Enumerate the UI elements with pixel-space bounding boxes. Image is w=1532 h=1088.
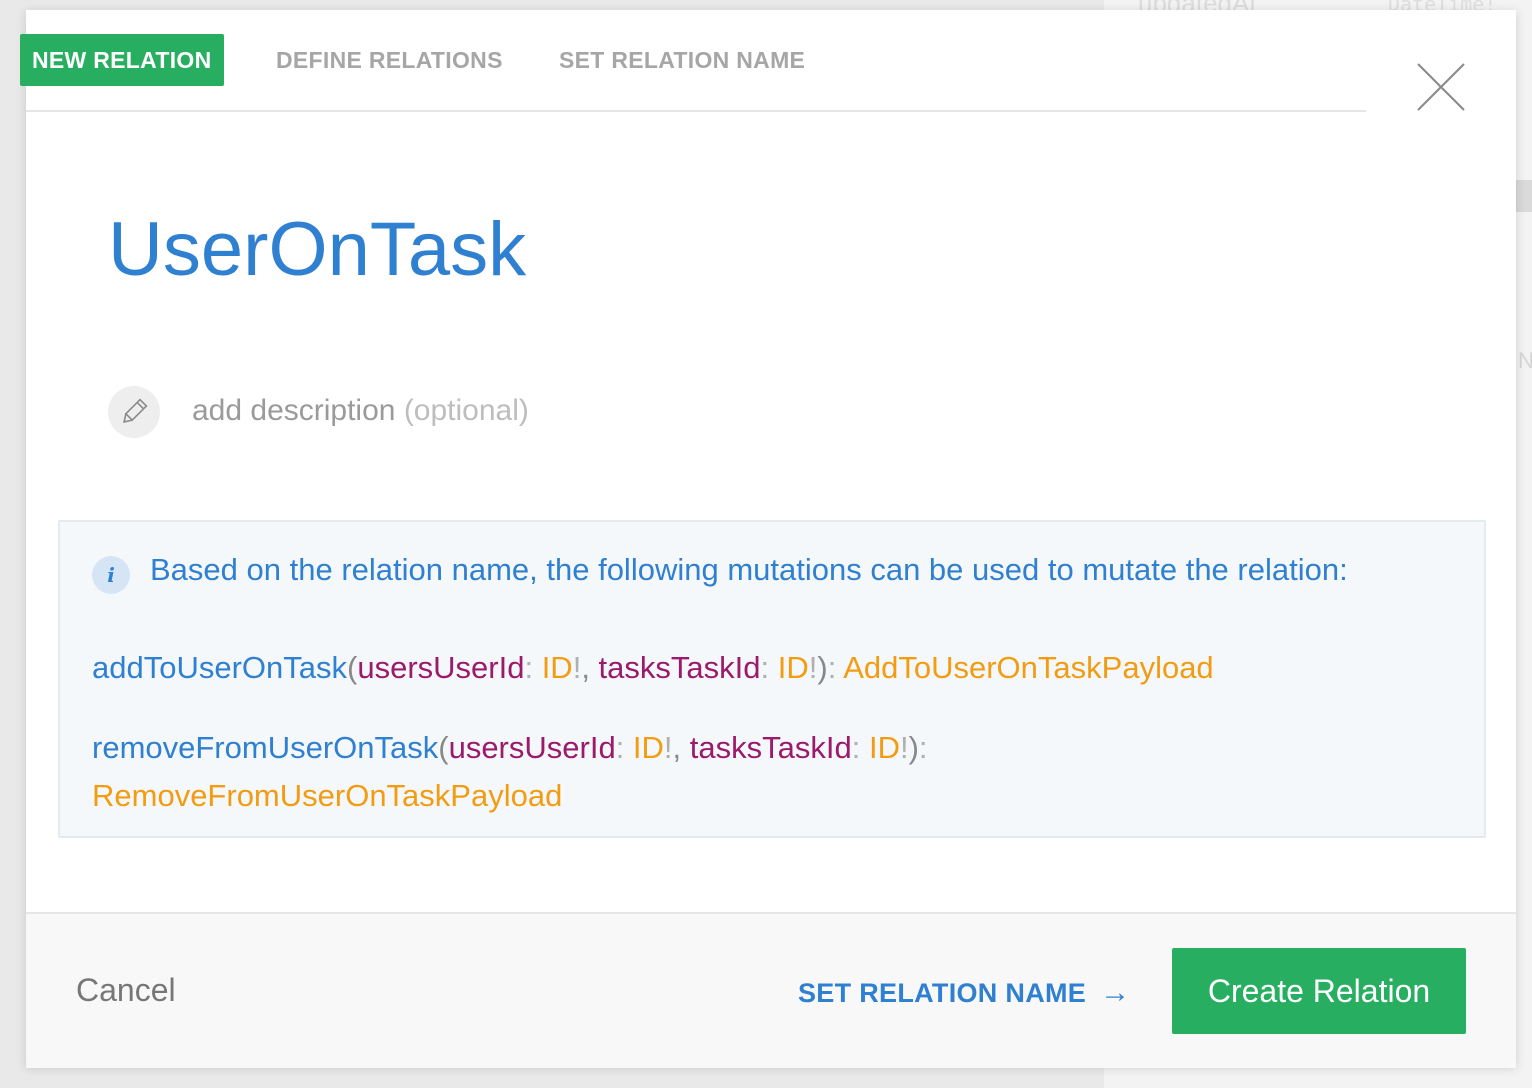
set-relation-name-link[interactable]: SET RELATION NAME →	[798, 976, 1130, 1010]
modal-footer: Cancel SET RELATION NAME → Create Relatio…	[26, 912, 1516, 1068]
mutations-info-box: i Based on the relation name, the follow…	[58, 520, 1486, 838]
optional-label: (optional)	[403, 394, 529, 427]
info-icon: i	[92, 556, 130, 594]
close-icon[interactable]	[1416, 62, 1466, 112]
description-row[interactable]: add description (optional)	[108, 386, 708, 438]
mutation-arg-name: tasksTaskId	[598, 650, 761, 685]
mutation-remove-return: RemoveFromUserOnTaskPayload	[92, 772, 562, 820]
mutation-add: addToUserOnTask(usersUserId: ID!, tasksT…	[92, 650, 1214, 685]
mutation-name: removeFromUserOnTask	[92, 730, 439, 765]
background-strip	[1516, 180, 1532, 212]
mutation-arg-name: usersUserId	[357, 650, 525, 685]
mutation-return-type: RemoveFromUserOnTaskPayload	[92, 778, 563, 813]
tab-bar: NEW RELATION DEFINE RELATIONS SET RELATI…	[20, 10, 1366, 112]
next-link-label: SET RELATION NAME	[798, 978, 1087, 1008]
description-label: add description	[192, 394, 396, 427]
tab-new-relation[interactable]: NEW RELATION	[20, 34, 224, 86]
mutation-arg-type: ID	[632, 730, 664, 765]
mutation-arg-name: usersUserId	[448, 730, 616, 765]
mutation-arg-type: ID	[777, 650, 809, 685]
mutation-remove: removeFromUserOnTask(usersUserId: ID!, t…	[92, 730, 928, 765]
description-placeholder[interactable]: add description (optional)	[192, 394, 529, 428]
relation-name-title[interactable]: UserOnTask	[108, 206, 526, 293]
info-text: Based on the relation name, the followin…	[150, 552, 1348, 587]
pencil-icon[interactable]	[108, 386, 160, 438]
create-relation-button[interactable]: Create Relation	[1172, 948, 1466, 1034]
mutation-arg-type: ID	[541, 650, 573, 685]
new-relation-modal: NEW RELATION DEFINE RELATIONS SET RELATI…	[20, 10, 1516, 1068]
mutation-arg-type: ID	[868, 730, 900, 765]
tab-define-relations[interactable]: DEFINE RELATIONS	[276, 34, 503, 86]
background-letter: N	[1518, 348, 1532, 373]
mutation-arg-name: tasksTaskId	[689, 730, 852, 765]
tab-set-relation-name[interactable]: SET RELATION NAME	[559, 34, 805, 86]
mutation-name: addToUserOnTask	[92, 650, 348, 685]
cancel-button[interactable]: Cancel	[76, 972, 176, 1009]
mutation-return-type: AddToUserOnTaskPayload	[843, 650, 1214, 685]
arrow-right-icon: →	[1100, 976, 1131, 1009]
